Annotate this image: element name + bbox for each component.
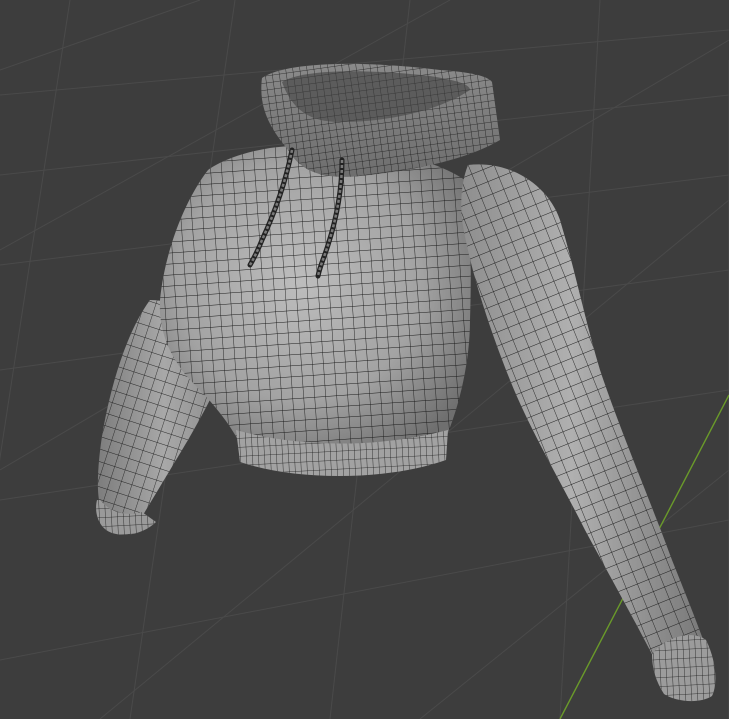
grid-line bbox=[0, 0, 201, 71]
grid-line bbox=[0, 0, 71, 461]
3d-viewport[interactable] bbox=[0, 0, 729, 719]
torso bbox=[159, 145, 471, 477]
right-sleeve bbox=[461, 164, 716, 702]
viewport-canvas[interactable] bbox=[0, 0, 729, 719]
hood bbox=[261, 63, 500, 177]
